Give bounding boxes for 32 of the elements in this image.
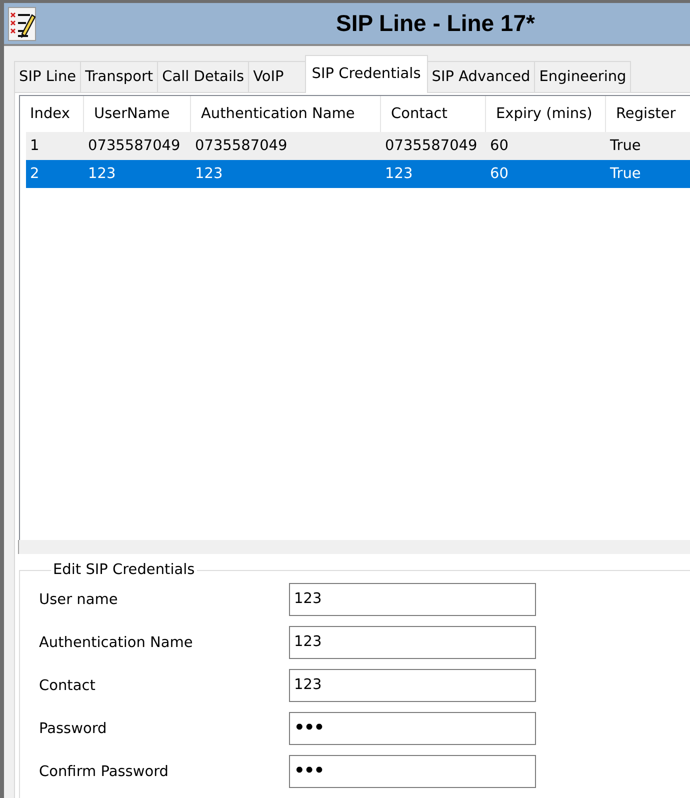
splitter-bar[interactable]	[18, 540, 690, 554]
input-field[interactable]: 123	[289, 583, 536, 616]
tab[interactable]: Engineering	[534, 61, 632, 92]
group-title: Edit SIP Credentials	[52, 562, 196, 578]
column-header[interactable]: Register	[606, 96, 690, 132]
checklist-pencil-icon	[8, 6, 36, 40]
window-title: SIP Line - Line 17*	[336, 10, 535, 37]
input-field[interactable]: 123	[289, 626, 536, 659]
table-cell-text: 60	[489, 137, 510, 156]
table-cell-text: True	[609, 137, 642, 156]
table-cell-text: 123	[194, 165, 224, 184]
table-cell-text: 2	[29, 165, 40, 184]
field-label: Authentication Name	[39, 634, 194, 650]
table-cell-text: 60	[489, 165, 510, 184]
table-cell-text: 0735587049	[194, 137, 288, 156]
field-label: Confirm Password	[39, 764, 170, 780]
field-label: User name	[39, 592, 119, 608]
table-cell-text: 123	[384, 165, 414, 184]
input-field[interactable]: •••	[289, 755, 536, 788]
tab[interactable]: SIP Credentials	[304, 55, 428, 93]
tab[interactable]: SIP Line	[14, 61, 82, 92]
table-row[interactable]: 1 0735587049 0735587049 0735587049 60 True	[26, 132, 690, 160]
table-row[interactable]: 2 123 123 123 60 True	[26, 160, 690, 188]
field-label: Contact	[39, 678, 96, 694]
input-field[interactable]: 123	[289, 669, 536, 702]
field-label: Password	[39, 720, 108, 736]
input-field[interactable]: •••	[289, 712, 536, 745]
table-cell-text: True	[609, 165, 642, 184]
table-cell-text: 1	[29, 137, 40, 156]
table-cell-text: 0735587049	[87, 137, 182, 156]
table-cell-text: 123	[87, 165, 117, 184]
table-cell-text: 0735587049	[384, 137, 478, 156]
